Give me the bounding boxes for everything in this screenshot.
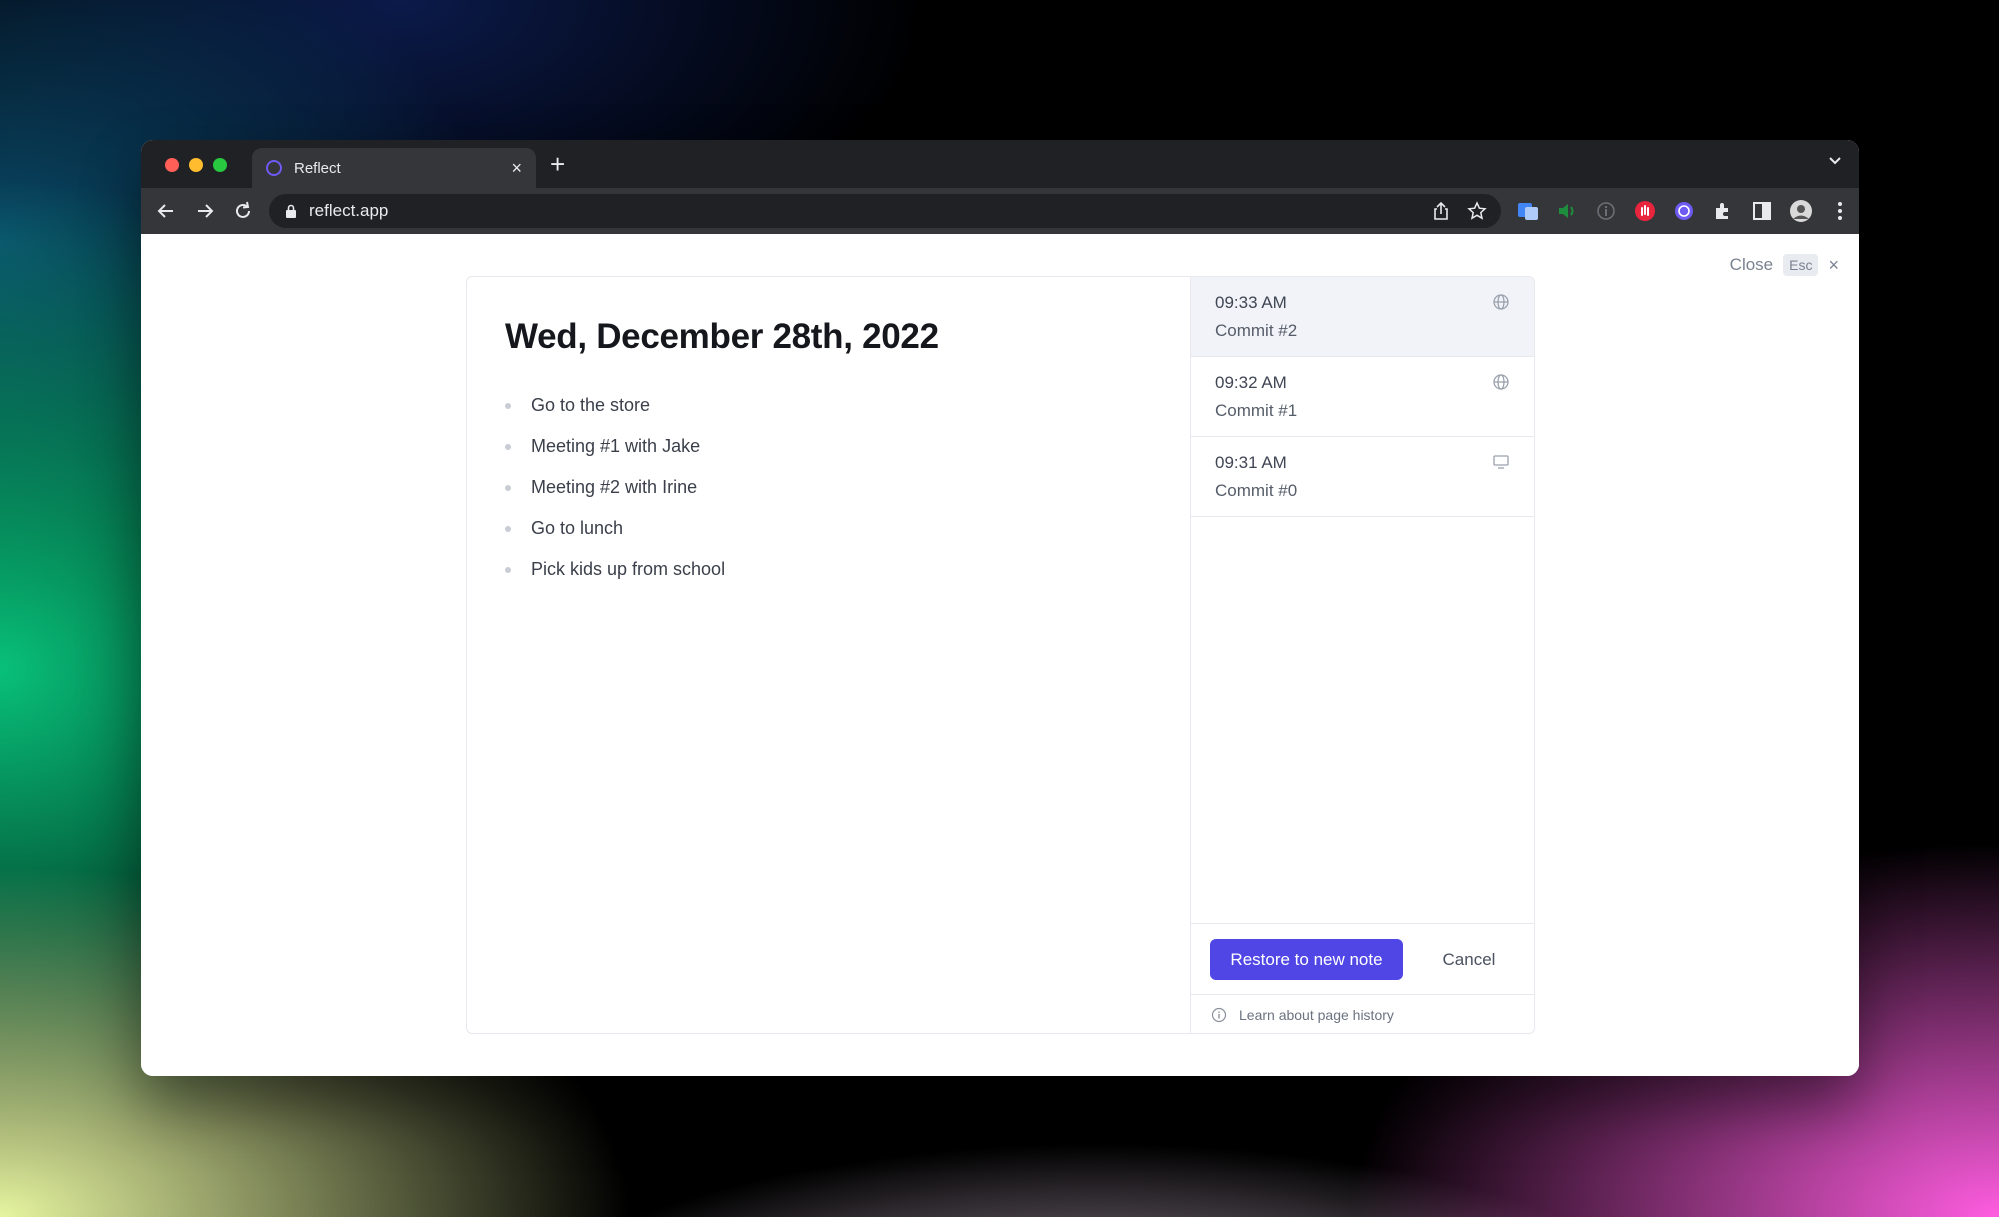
browser-titlebar: Reflect × + (141, 140, 1859, 188)
hand-extension-icon[interactable] (1634, 200, 1656, 222)
close-label: Close (1729, 255, 1774, 274)
forward-arrow-icon[interactable] (194, 200, 216, 222)
maximize-window-button[interactable] (213, 158, 227, 172)
new-tab-button[interactable]: + (550, 150, 565, 178)
monitor-icon (1493, 455, 1509, 469)
note-list-item: Go to the store (505, 385, 1152, 426)
close-icon[interactable]: × (1828, 255, 1839, 276)
commit-name: Commit #2 (1215, 321, 1298, 340)
browser-window: Reflect × + reflect.app Close Esc × Wed,… (141, 140, 1859, 1076)
page-content: Close Esc × Wed, December 28th, 2022 Go … (141, 234, 1859, 1076)
reload-icon[interactable] (232, 200, 254, 222)
commit-name: Commit #0 (1215, 481, 1298, 500)
note-list-item: Meeting #2 with Irine (505, 467, 1152, 508)
tab-title: Reflect (294, 159, 341, 177)
globe-icon (1493, 374, 1509, 390)
history-footer: Restore to new note Cancel Learn about p… (1191, 923, 1534, 1033)
commit-time: 09:33 AM (1215, 293, 1287, 312)
note-list-item: Pick kids up from school (505, 549, 1152, 590)
learn-about-page-history-link[interactable]: Learn about page history (1239, 1007, 1394, 1023)
reflect-extension-icon[interactable] (1673, 200, 1695, 222)
lock-icon (286, 204, 296, 218)
info-icon (1211, 1007, 1227, 1022)
address-bar[interactable]: reflect.app (269, 194, 1501, 228)
note-list-item: Go to lunch (505, 508, 1152, 549)
commit-row[interactable]: 09:32 AM Commit #1 (1191, 357, 1534, 437)
note-list-item: Meeting #1 with Jake (505, 426, 1152, 467)
page-history-panel: Wed, December 28th, 2022 Go to the store… (466, 276, 1535, 1034)
tab-close-icon[interactable]: × (511, 159, 522, 177)
restore-to-new-note-button[interactable]: Restore to new note (1210, 939, 1403, 980)
close-window-button[interactable] (165, 158, 179, 172)
note-title: Wed, December 28th, 2022 (505, 317, 939, 356)
back-arrow-icon[interactable] (155, 200, 177, 222)
side-panel-icon[interactable] (1751, 200, 1773, 222)
browser-tab[interactable]: Reflect × (252, 148, 536, 188)
puzzle-extensions-icon[interactable] (1712, 200, 1734, 222)
commit-row[interactable]: 09:31 AM Commit #0 (1191, 437, 1534, 517)
commit-name: Commit #1 (1215, 401, 1298, 420)
sound-extension-icon[interactable] (1556, 200, 1578, 222)
commit-history-sidebar: 09:33 AM Commit #2 09:32 AM Commit #1 09… (1190, 277, 1534, 1033)
minimize-window-button[interactable] (189, 158, 203, 172)
commit-time: 09:31 AM (1215, 453, 1287, 472)
share-icon[interactable] (1431, 201, 1451, 221)
esc-shortcut-badge: Esc (1783, 254, 1819, 276)
url-text: reflect.app (309, 201, 389, 220)
globe-icon (1493, 294, 1509, 310)
note-bullet-list: Go to the store Meeting #1 with Jake Mee… (505, 385, 1152, 590)
profile-avatar-icon[interactable] (1790, 200, 1812, 222)
note-preview: Wed, December 28th, 2022 Go to the store… (467, 277, 1190, 1033)
translate-extension-icon[interactable] (1517, 200, 1539, 222)
kebab-menu-icon[interactable] (1829, 200, 1851, 222)
reflect-favicon-icon (266, 160, 282, 176)
commit-time: 09:32 AM (1215, 373, 1287, 392)
browser-toolbar: reflect.app (141, 188, 1859, 234)
info-extension-icon[interactable] (1595, 200, 1617, 222)
tab-search-chevron-icon[interactable] (1827, 152, 1843, 168)
close-history-button[interactable]: Close Esc × (1730, 254, 1839, 276)
bookmark-star-icon[interactable] (1467, 201, 1487, 221)
commit-row[interactable]: 09:33 AM Commit #2 (1191, 277, 1534, 357)
learn-page-history-row: Learn about page history (1191, 994, 1534, 1033)
cancel-button[interactable]: Cancel (1419, 939, 1519, 980)
